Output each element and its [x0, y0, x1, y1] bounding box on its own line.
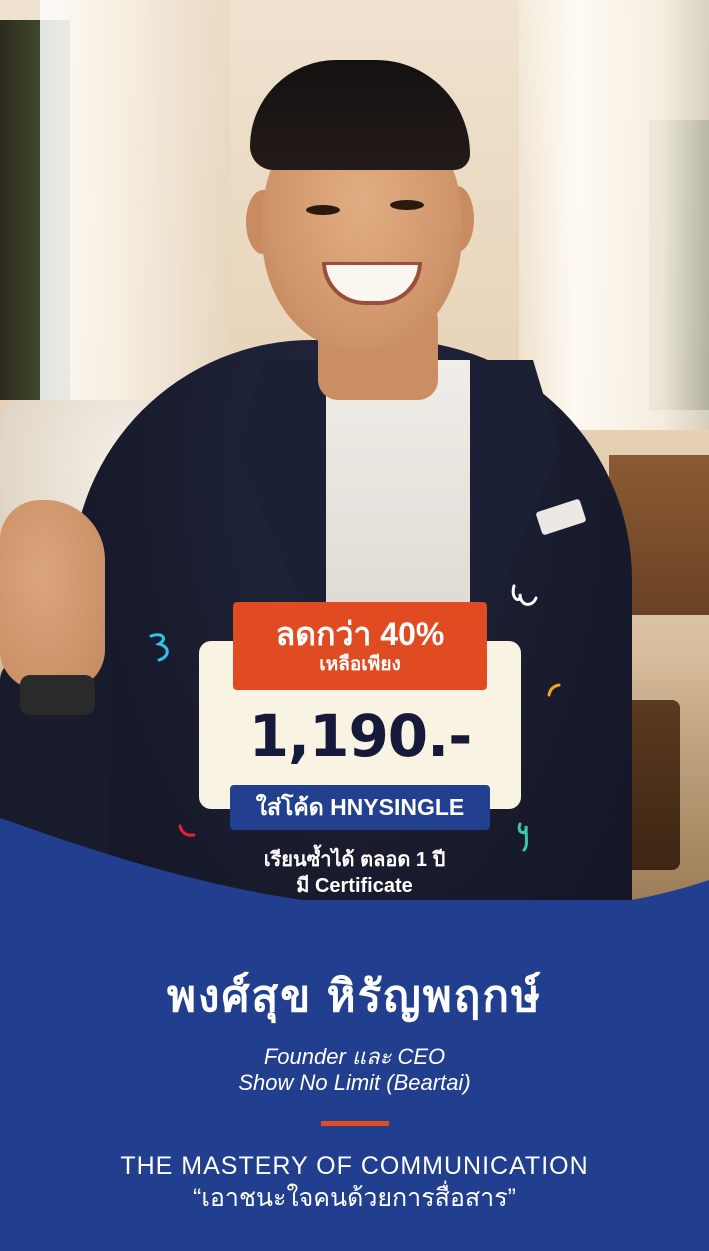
discount-badge: ลดกว่า 40% เหลือเพียง — [233, 602, 487, 690]
confetti-icon — [511, 584, 538, 606]
instructor-company: Show No Limit (Beartai) — [238, 1070, 471, 1095]
divider — [321, 1121, 389, 1126]
course-subtitle: “เอาชนะใจคนด้วยการสื่อสาร” — [193, 1184, 516, 1212]
course-title: THE MASTERY OF COMMUNICATION — [120, 1152, 589, 1180]
instructor-role: Founder และ CEO — [263, 1044, 446, 1069]
price: 1,190.- — [248, 702, 473, 770]
feature-repeat-study: เรียนซ้ำได้ ตลอด 1 ปี — [263, 849, 446, 871]
discount-subtitle: เหลือเพียง — [319, 654, 401, 675]
discount-title: ลดกว่า 40% — [275, 616, 445, 652]
confetti-icon — [178, 824, 196, 837]
feature-certificate: มี Certificate — [296, 875, 413, 897]
instructor-name: พงศ์สุข หิรัญพฤกษ์ — [167, 972, 542, 1021]
promo-code-badge: ใส่โค้ด HNYSINGLE — [230, 785, 490, 830]
confetti-icon — [149, 633, 169, 662]
confetti-icon — [547, 683, 561, 697]
